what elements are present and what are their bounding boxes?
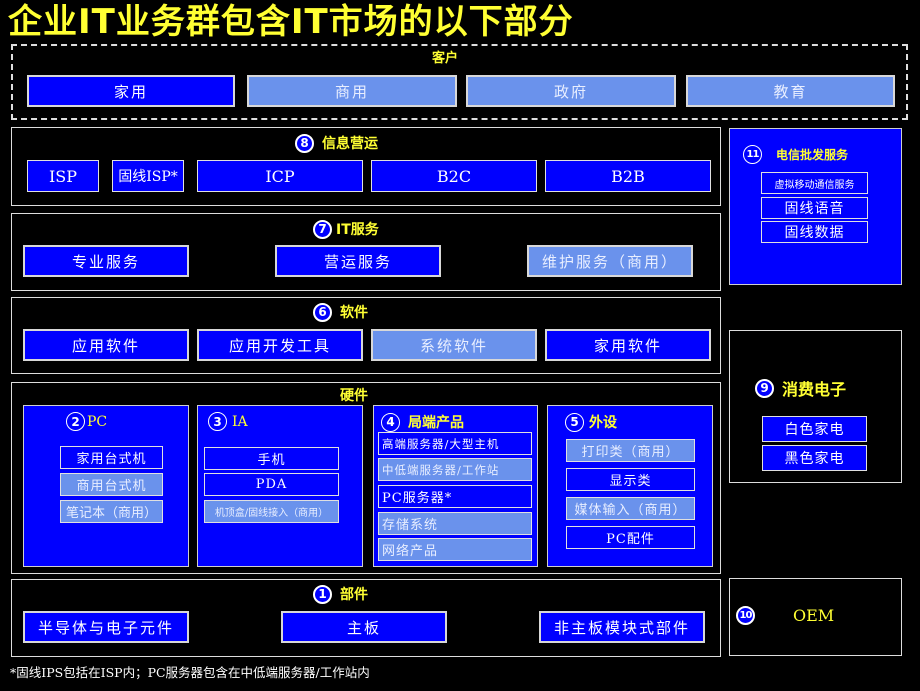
number-10-icon: 10 (736, 606, 755, 625)
software-applications[interactable]: 应用软件 (23, 329, 189, 361)
number-8-icon: 8 (295, 133, 314, 153)
software-label: 软件 (340, 305, 368, 321)
it-services-professional[interactable]: 专业服务 (23, 245, 189, 277)
components-semiconductors[interactable]: 半导体与电子元件 (23, 611, 189, 643)
ia-pda[interactable]: PDA (204, 473, 339, 496)
components-label: 部件 (340, 587, 368, 603)
number-4-icon: 4 (381, 412, 400, 432)
number-3-icon: 3 (208, 412, 227, 431)
telecom-fixed-voice[interactable]: 固线语音 (761, 197, 868, 219)
telecom-mvno[interactable]: 虚拟移动通信服务 (761, 172, 868, 194)
telecom-fixed-data[interactable]: 固线数据 (761, 221, 868, 243)
oem-heading: 10 OEM (736, 606, 834, 625)
footnote: *固线IPS包括在ISP内；PC服务器包含在中低端服务器/工作站内 (10, 665, 370, 680)
it-services-heading: 7 IT服务 (313, 219, 379, 239)
number-11-icon: 11 (743, 145, 762, 164)
info-ops-icp[interactable]: ICP (197, 160, 363, 192)
number-6-icon: 6 (313, 302, 332, 322)
software-heading: 6 软件 (313, 302, 368, 322)
info-ops-b2c[interactable]: B2C (371, 160, 537, 192)
hardware-label: 硬件 (340, 388, 368, 404)
enterprise-heading: 4 局端产品 (381, 412, 464, 432)
customer-government[interactable]: 政府 (466, 75, 676, 107)
info-ops-heading: 8 信息营运 (295, 133, 378, 153)
number-2-icon: 2 (66, 412, 85, 431)
enterprise-label: 局端产品 (408, 415, 464, 431)
ia-set-top-box[interactable]: 机顶盒/固线接入（商用） (204, 500, 339, 523)
info-ops-fixed-isp[interactable]: 固线ISP* (112, 160, 184, 192)
ia-mobile-phone[interactable]: 手机 (204, 447, 339, 470)
peripherals-pc-accessories[interactable]: PC配件 (566, 526, 695, 549)
software-system[interactable]: 系统软件 (371, 329, 537, 361)
consumer-brown-goods[interactable]: 黑色家电 (762, 445, 867, 471)
it-services-operations[interactable]: 营运服务 (275, 245, 441, 277)
telecom-wholesale-label: 电信批发服务 (776, 148, 849, 162)
info-ops-isp[interactable]: ISP (27, 160, 99, 192)
enterprise-midrange-servers[interactable]: 中低端服务器/工作站 (378, 458, 532, 481)
consumer-white-goods[interactable]: 白色家电 (762, 416, 867, 442)
components-heading: 1 部件 (313, 584, 368, 604)
customer-home[interactable]: 家用 (27, 75, 235, 107)
number-1-icon: 1 (313, 584, 332, 604)
software-home[interactable]: 家用软件 (545, 329, 711, 361)
number-7-icon: 7 (313, 219, 332, 239)
it-services-label: IT服务 (336, 222, 379, 238)
peripherals-media-input[interactable]: 媒体输入（商用） (566, 497, 695, 520)
info-ops-b2b[interactable]: B2B (545, 160, 711, 192)
components-modular-parts[interactable]: 非主板模块式部件 (539, 611, 705, 643)
hardware-heading: 硬件 (340, 385, 368, 405)
pc-business-desktop[interactable]: 商用台式机 (60, 473, 163, 496)
number-9-icon: 9 (755, 378, 774, 398)
peripherals-display[interactable]: 显示类 (566, 468, 695, 491)
it-services-maintenance[interactable]: 维护服务（商用） (527, 245, 693, 277)
consumer-electronics-heading: 9 消费电子 (755, 376, 846, 400)
components-motherboard[interactable]: 主板 (281, 611, 447, 643)
peripherals-label: 外设 (589, 415, 617, 431)
info-ops-label: 信息营运 (322, 136, 378, 152)
software-dev-tools[interactable]: 应用开发工具 (197, 329, 363, 361)
ia-label: IA (232, 413, 248, 430)
pc-label: PC (87, 413, 108, 430)
peripherals-printing[interactable]: 打印类（商用） (566, 439, 695, 462)
customers-label: 客户 (432, 51, 459, 66)
pc-heading: 2 PC (66, 412, 107, 431)
oem-label: OEM (793, 606, 835, 625)
number-5-icon: 5 (565, 412, 584, 432)
peripherals-heading: 5 外设 (565, 412, 617, 432)
customer-business[interactable]: 商用 (247, 75, 457, 107)
ia-heading: 3 IA (208, 412, 248, 431)
customer-education[interactable]: 教育 (686, 75, 895, 107)
consumer-electronics-label: 消费电子 (782, 380, 847, 399)
pc-notebook[interactable]: 笔记本（商用） (60, 500, 163, 523)
enterprise-pc-servers[interactable]: PC服务器* (378, 485, 532, 508)
telecom-wholesale-heading: 11 电信批发服务 (743, 145, 848, 164)
enterprise-storage[interactable]: 存储系统 (378, 512, 532, 535)
enterprise-high-end-servers[interactable]: 高端服务器/大型主机 (378, 432, 532, 455)
pc-home-desktop[interactable]: 家用台式机 (60, 446, 163, 469)
page-title: 企业IT业务群包含IT市场的以下部分 (8, 2, 574, 42)
enterprise-networking[interactable]: 网络产品 (378, 538, 532, 561)
